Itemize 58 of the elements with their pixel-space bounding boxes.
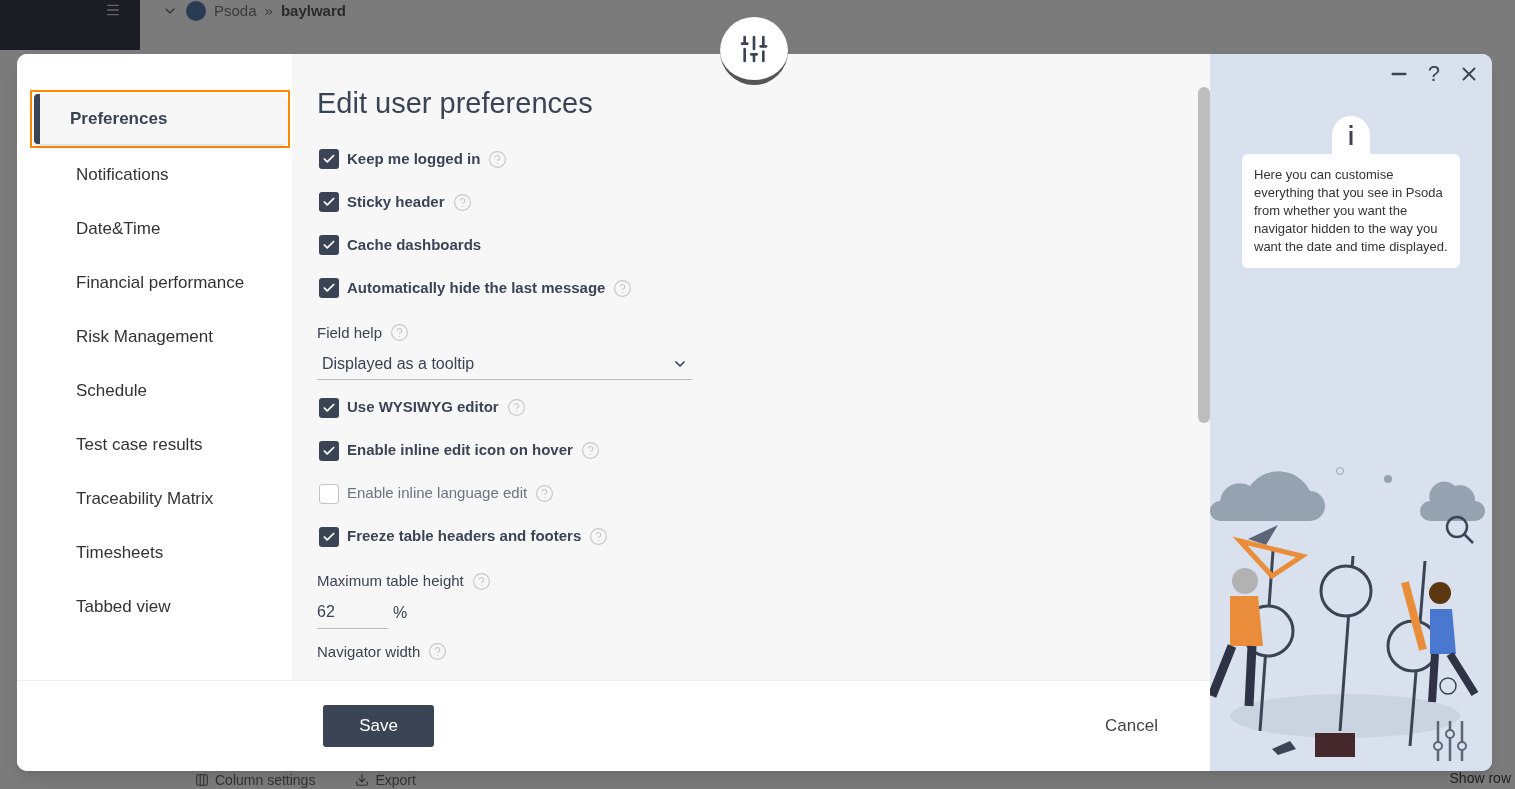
cancel-button[interactable]: Cancel [1105,713,1158,739]
nav-item[interactable]: Schedule [34,368,286,414]
checkbox[interactable] [319,278,339,298]
nav-item[interactable]: Tabbed view [34,584,286,630]
checkbox[interactable] [319,397,339,418]
help-icon[interactable] [428,642,448,662]
checkbox-label: Enable inline language edit [347,483,528,504]
help-icon[interactable] [452,192,472,212]
select-field[interactable]: Displayed as a tooltip [317,348,692,380]
help-icon[interactable] [580,441,600,460]
checkbox-label: Freeze table headers and footers [347,526,582,547]
scrollbar-thumb[interactable] [1198,87,1210,423]
check-icon [322,238,336,252]
checkbox-label: Keep me logged in [347,148,481,169]
checkbox[interactable] [319,149,339,169]
info-icon [1349,125,1353,145]
checkbox[interactable] [319,235,339,255]
number-field[interactable]: 62 [317,596,388,629]
help-button[interactable]: ? [1427,63,1440,85]
nav-item[interactable]: Financial performance [34,260,286,306]
info-text: Here you can customise everything that you see in Psoda from whether you want the navigator hidden to the way you want the date and time displayed. [1242,154,1460,268]
nav-item[interactable]: Traceability Matrix [34,476,286,522]
checkbox[interactable] [319,440,339,461]
nav-item[interactable]: Date&Time [34,206,286,252]
checkbox-label: Sticky header [347,191,445,212]
help-icon[interactable] [488,149,508,169]
help-icon[interactable] [589,527,609,546]
save-button[interactable]: Save [323,705,434,747]
checkbox[interactable] [319,483,339,504]
nav-item[interactable]: Preferences [34,94,286,144]
field-label: Field help [317,322,383,343]
checkbox-label: Cache dashboards [347,234,482,255]
checkbox-label: Use WYSIWYG editor [347,397,499,418]
toolbar-link[interactable]: Show row [1449,768,1511,789]
nav-item[interactable]: Risk Management [34,314,286,360]
check-icon [322,152,336,166]
columns-icon[interactable] [195,773,209,787]
check-icon [322,281,336,295]
help-icon[interactable] [390,323,410,343]
checkbox-label: Enable inline edit icon on hover [347,440,573,461]
nav-item[interactable]: Notifications [34,152,286,198]
nav-item[interactable]: Test case results [34,422,286,468]
dialog-title: Edit user preferences [317,86,594,121]
breadcrumb-separator: » [264,1,273,21]
logo-icon [186,1,206,22]
checkbox[interactable] [319,526,339,547]
help-icon[interactable] [471,571,491,591]
check-icon [322,195,336,209]
help-icon[interactable] [506,398,526,417]
field-label: Navigator width [317,641,421,662]
checkbox[interactable] [319,192,339,212]
field-label: Maximum table height [317,571,464,591]
unit-label: % [393,602,408,623]
download-icon[interactable] [355,773,370,787]
nav-item[interactable]: Timesheets [34,530,286,576]
checkbox-label: Automatically hide the last message [347,277,606,298]
help-icon[interactable] [613,278,633,298]
help-icon[interactable] [535,484,555,503]
